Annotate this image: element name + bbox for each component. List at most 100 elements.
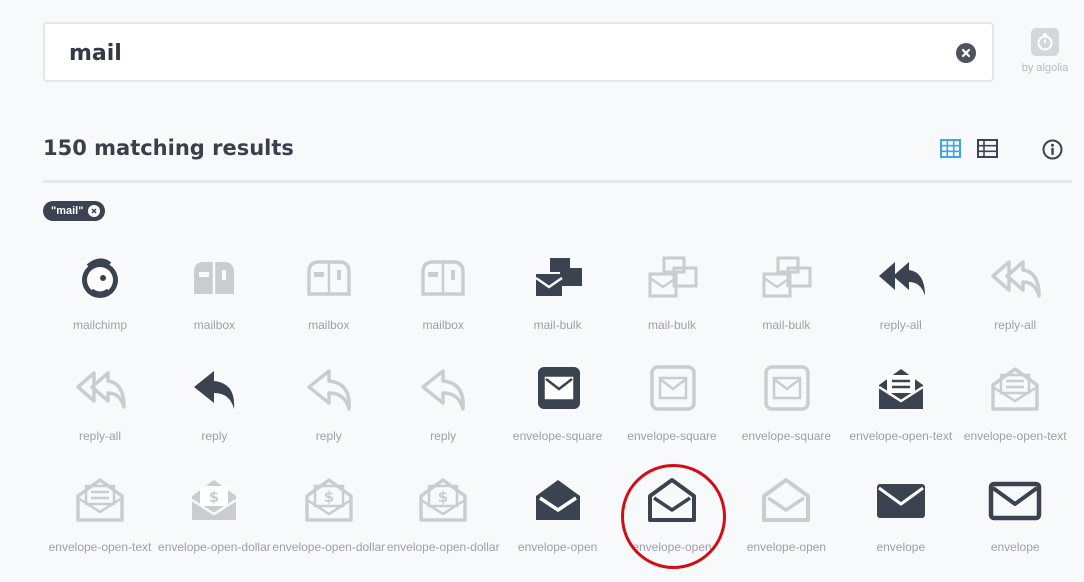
stopwatch-icon xyxy=(1031,28,1059,56)
mailchimp-icon xyxy=(72,250,128,306)
info-icon xyxy=(1042,139,1063,160)
reply-icon xyxy=(186,361,242,417)
info-button[interactable] xyxy=(1042,139,1063,165)
envelope-open-dollar-icon: $ xyxy=(415,472,471,528)
icon-tile-label: mailbox xyxy=(422,318,464,332)
icon-tile-mailchimp[interactable]: mailchimp xyxy=(43,240,157,351)
icon-tile-label: mailbox xyxy=(308,318,350,332)
icon-tile-envelope-square[interactable]: envelope-square xyxy=(501,351,615,462)
results-count-heading: 150 matching results xyxy=(43,136,294,160)
icon-tile-mailbox[interactable]: mailbox xyxy=(386,240,500,351)
icon-tile-label: envelope xyxy=(990,540,1040,554)
remove-filter-icon[interactable] xyxy=(88,205,101,217)
envelope-open-text-icon xyxy=(873,361,929,417)
reply-all-icon xyxy=(873,250,929,306)
svg-text:$: $ xyxy=(438,488,448,506)
icon-tile-label: reply xyxy=(430,429,457,443)
filter-tag[interactable]: "mail" xyxy=(43,201,106,221)
algolia-badge[interactable]: by algolia xyxy=(1014,28,1076,74)
icon-tile-label: envelope-open-text xyxy=(849,429,953,443)
mail-bulk-icon xyxy=(644,250,700,306)
icon-tile-label: envelope-open xyxy=(632,540,712,554)
icon-tile-reply-all[interactable]: reply-all xyxy=(43,351,157,462)
icon-tile-mailbox[interactable]: mailbox xyxy=(157,240,271,351)
icon-tile-envelope-open-text[interactable]: envelope-open-text xyxy=(958,351,1072,462)
svg-text:$: $ xyxy=(324,488,334,506)
mailbox-icon xyxy=(186,250,242,306)
icon-tile-label: envelope-open-text xyxy=(963,429,1067,443)
search-input[interactable] xyxy=(69,37,929,69)
icon-tile-envelope-open[interactable]: envelope-open xyxy=(501,462,615,573)
icon-tile-reply[interactable]: reply xyxy=(272,351,386,462)
icon-tile-envelope-square[interactable]: envelope-square xyxy=(729,351,843,462)
icon-tile-mail-bulk[interactable]: mail-bulk xyxy=(501,240,615,351)
icon-tile-label: envelope-open-dollar xyxy=(386,540,500,554)
icon-tile-label: envelope-square xyxy=(741,429,832,443)
icon-tile-label: envelope-square xyxy=(627,429,717,443)
icon-tile-label: mail-bulk xyxy=(762,318,811,332)
icon-tile-envelope[interactable]: envelope xyxy=(958,462,1072,573)
filter-tag-label: "mail" xyxy=(51,205,84,217)
icon-tile-mail-bulk[interactable]: mail-bulk xyxy=(729,240,843,351)
envelope-open-icon xyxy=(530,472,586,528)
icon-tile-label: envelope-open-dollar xyxy=(158,540,271,554)
icon-tile-envelope[interactable]: envelope xyxy=(844,462,958,573)
envelope-open-dollar-icon: $ xyxy=(301,472,357,528)
envelope-square-icon xyxy=(530,361,586,417)
envelope-open-icon xyxy=(758,472,814,528)
icon-tile-label: envelope-open xyxy=(746,540,827,554)
icon-tile-label: reply-all xyxy=(879,318,922,332)
svg-text:$: $ xyxy=(209,488,219,506)
icon-tile-envelope-open-text[interactable]: envelope-open-text xyxy=(43,462,157,573)
icon-tile-envelope-open[interactable]: envelope-open xyxy=(729,462,843,573)
divider xyxy=(43,180,1072,183)
icon-tile-label: envelope-square xyxy=(512,429,603,443)
envelope-icon xyxy=(873,472,929,528)
icon-tile-label: envelope-open-text xyxy=(48,540,152,554)
reply-all-icon xyxy=(987,250,1043,306)
envelope-square-icon xyxy=(758,361,814,417)
icon-tile-envelope-open-text[interactable]: envelope-open-text xyxy=(844,351,958,462)
reply-icon xyxy=(415,361,471,417)
icon-tile-reply[interactable]: reply xyxy=(386,351,500,462)
icon-tile-envelope-open[interactable]: envelope-open xyxy=(615,462,729,573)
icon-tile-reply-all[interactable]: reply-all xyxy=(958,240,1072,351)
icon-tile-label: mailbox xyxy=(193,318,236,332)
icon-tile-envelope-square[interactable]: envelope-square xyxy=(615,351,729,462)
grid-view-button[interactable] xyxy=(940,139,961,163)
grid-icon xyxy=(940,139,961,158)
icon-tile-label: mailchimp xyxy=(72,318,127,332)
envelope-open-icon xyxy=(644,472,700,528)
icon-tile-mailbox[interactable]: mailbox xyxy=(272,240,386,351)
icon-tile-label: reply-all xyxy=(994,318,1037,332)
envelope-open-text-icon xyxy=(987,361,1043,417)
algolia-label: by algolia xyxy=(1021,62,1069,74)
icon-tile-label: envelope-open xyxy=(517,540,598,554)
icon-tile-label: reply xyxy=(201,429,228,443)
icon-tile-mail-bulk[interactable]: mail-bulk xyxy=(615,240,729,351)
reply-icon xyxy=(301,361,357,417)
icon-tile-envelope-open-dollar[interactable]: $ envelope-open-dollar xyxy=(386,462,500,573)
mail-bulk-icon xyxy=(530,250,586,306)
icon-tile-envelope-open-dollar[interactable]: $ envelope-open-dollar xyxy=(272,462,386,573)
icon-tile-reply[interactable]: reply xyxy=(157,351,271,462)
envelope-open-text-icon xyxy=(72,472,128,528)
mailbox-icon xyxy=(301,250,357,306)
envelope-open-dollar-icon: $ xyxy=(186,472,242,528)
reply-all-icon xyxy=(72,361,128,417)
search-box xyxy=(43,22,994,82)
list-view-button[interactable] xyxy=(977,139,998,163)
icon-tile-label: mail-bulk xyxy=(647,318,696,332)
icon-tile-label: mail-bulk xyxy=(533,318,582,332)
clear-search-button[interactable] xyxy=(956,43,976,63)
icon-tile-reply-all[interactable]: reply-all xyxy=(844,240,958,351)
mailbox-icon xyxy=(415,250,471,306)
table-icon xyxy=(977,139,998,158)
icon-tile-envelope-open-dollar[interactable]: $ envelope-open-dollar xyxy=(157,462,271,573)
close-icon xyxy=(961,48,971,58)
icon-tile-label: envelope-open-dollar xyxy=(272,540,386,554)
icon-tile-label: reply-all xyxy=(78,429,121,443)
icon-tile-label: envelope xyxy=(876,540,926,554)
envelope-icon xyxy=(987,472,1043,528)
envelope-square-icon xyxy=(644,361,700,417)
